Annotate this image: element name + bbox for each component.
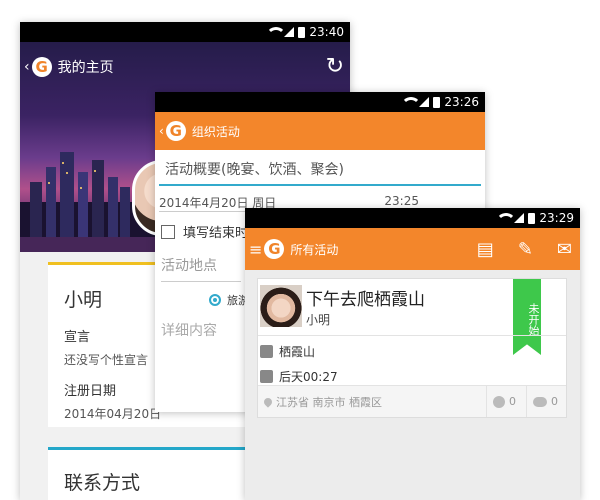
divider <box>258 335 566 336</box>
event-footer: 江苏省 南京市 栖霞区 0 0 <box>258 385 566 417</box>
person-icon <box>493 395 505 408</box>
app-logo-icon: G <box>264 239 285 259</box>
event-time: 后天00:27 <box>279 370 338 384</box>
battery-icon <box>433 96 441 108</box>
battery-icon <box>298 26 306 38</box>
app-logo-icon: G <box>31 56 52 77</box>
comments-stat[interactable]: 0 <box>526 386 566 417</box>
status-time: 23:29 <box>539 211 574 225</box>
app-bar: ≡ G 所有活动 ▤ ✎ ✉ <box>245 228 580 270</box>
end-time-label: 填写结束时 <box>183 226 249 241</box>
page-title: 所有活动 <box>290 242 339 257</box>
organizer-avatar <box>260 285 302 327</box>
comments-count: 0 <box>551 395 558 408</box>
app-logo-icon: G <box>165 121 186 141</box>
page-title: 组织活动 <box>191 124 240 139</box>
event-address: 江苏省 南京市 栖霞区 <box>276 395 382 409</box>
event-title: 下午去爬栖霞山 <box>306 290 425 310</box>
participants-count: 0 <box>509 395 516 408</box>
all-activities-screen: 23:29 ≡ G 所有活动 ▤ ✎ ✉ 下午去爬栖霞山 小明 未开始 栖霞山 … <box>245 208 580 500</box>
status-time: 23:26 <box>444 95 479 109</box>
summary-input[interactable]: 活动概要(晚宴、饮酒、聚会) <box>159 158 481 186</box>
edit-add-icon[interactable]: ✎ <box>518 239 533 260</box>
travel-radio[interactable] <box>209 294 221 306</box>
wifi-icon <box>401 97 422 107</box>
status-bar: 23:29 <box>245 208 580 228</box>
refresh-icon[interactable]: ↻ <box>326 54 344 79</box>
participants-stat[interactable]: 0 <box>486 386 526 417</box>
location-pin-icon <box>262 395 274 408</box>
comment-icon <box>533 396 547 407</box>
event-card[interactable]: 下午去爬栖霞山 小明 未开始 栖霞山 后天00:27 江苏省 南京市 栖霞区 0… <box>257 278 567 418</box>
event-place: 栖霞山 <box>279 345 316 359</box>
event-organizer: 小明 <box>306 313 331 327</box>
status-bar: 23:40 <box>20 22 350 42</box>
status-time: 23:40 <box>309 25 344 39</box>
back-icon[interactable]: ‹ <box>159 124 164 138</box>
status-bar: 23:26 <box>155 92 485 112</box>
wifi-icon <box>496 213 517 223</box>
list-icon[interactable]: ▤ <box>477 239 494 260</box>
mail-icon[interactable]: ✉ <box>557 239 572 260</box>
status-badge: 未开始 <box>513 279 541 355</box>
app-bar: ‹ G 组织活动 <box>155 112 485 150</box>
location-input[interactable]: 活动地点 <box>161 255 241 282</box>
battery-icon <box>528 212 536 224</box>
page-title: 我的主页 <box>57 59 114 76</box>
map-icon <box>260 345 273 358</box>
menu-icon[interactable]: ≡ <box>249 240 262 259</box>
wifi-icon <box>266 27 287 37</box>
calendar-icon <box>260 370 273 383</box>
end-time-checkbox[interactable] <box>161 224 175 239</box>
back-icon[interactable]: ‹ <box>24 59 30 75</box>
